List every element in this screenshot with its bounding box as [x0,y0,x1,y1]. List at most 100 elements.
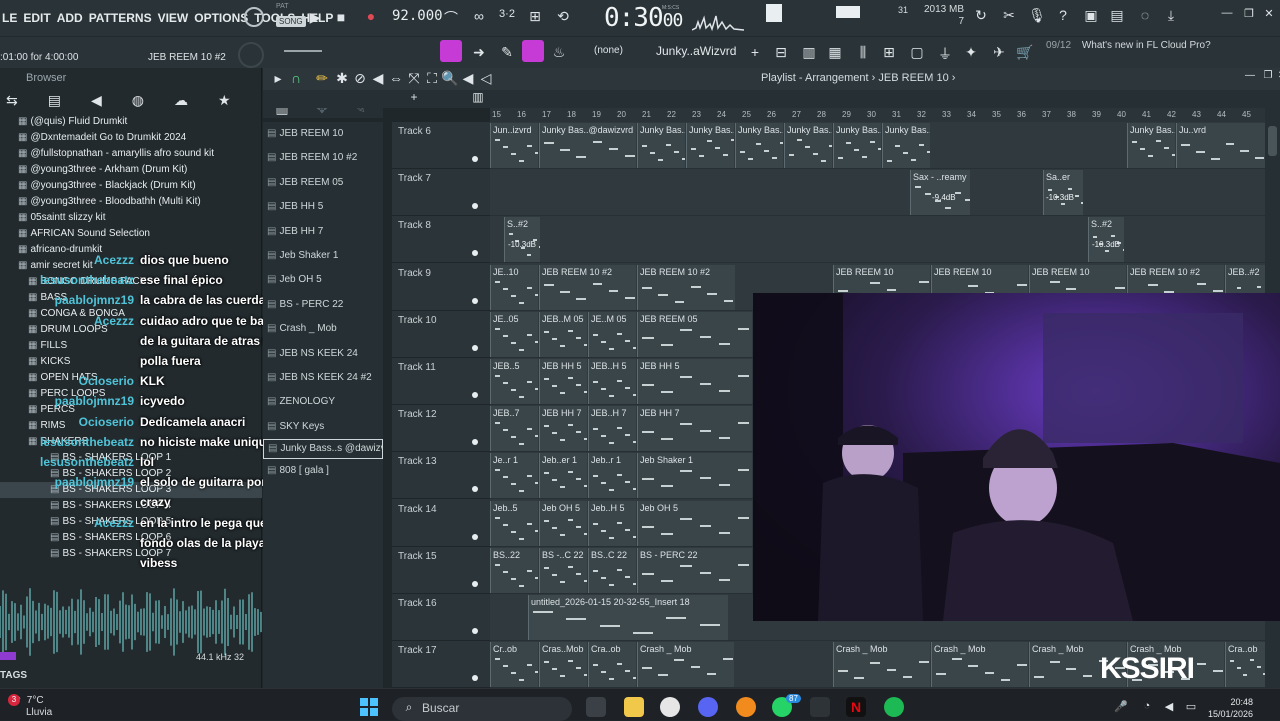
magnet-icon[interactable]: ∩ [285,70,307,86]
playlist-clip[interactable]: Cra..ob [1225,642,1265,688]
playlist-clip[interactable]: Junky Bas..@dawizvrd [539,123,636,168]
track-header[interactable]: Track 11 [392,358,492,405]
pattern-item[interactable]: ▤ JEB REEM 05 [263,171,383,195]
playlist-clip[interactable]: Crash _ Mob [931,642,1028,688]
playlist-clip[interactable]: Je..r 1 [490,453,538,499]
pattern-item[interactable]: ▤ JEB REEM 10 #2 [263,146,383,170]
mic-icon[interactable]: 🎙 [1026,7,1048,24]
playlist-clip[interactable]: BS..22 [490,547,538,593]
playlist-clip[interactable]: Junky Bas..@dawizvrd [686,123,734,168]
close-icon[interactable]: ✕ [1258,7,1280,20]
playlist-clip[interactable]: Cr..ob [490,642,538,688]
pattern-item[interactable]: ▤ Crash _ Mob [263,317,383,341]
add-track-icon[interactable]: + [403,90,425,104]
document-icon[interactable]: ▤ [48,92,61,116]
pattern-item[interactable]: ▤ Jeb OH 5 [263,268,383,292]
browser-item[interactable]: ▦ @fullstopnathan - amaryllis afro sound … [0,146,262,162]
track-header[interactable]: Track 15 [392,547,492,594]
instrument-selector[interactable]: Junky..aWizvrd [656,44,736,58]
track-header[interactable]: Track 7 [392,169,492,217]
tempo-display[interactable]: 92.000 [392,8,443,24]
cut-icon[interactable]: ✂ [998,7,1020,24]
track-mute-led[interactable] [472,486,478,493]
fl-studio-icon[interactable] [736,697,756,717]
track-header[interactable]: Track 12 [392,405,492,453]
track-mute-led[interactable] [472,675,478,682]
playlist-clip[interactable]: Jun..izvrd [490,123,538,168]
menu-file[interactable]: LE [2,11,17,25]
browser-item[interactable]: ▦ @young3three - Bloodbathh (Multi Kit) [0,194,262,210]
pattern-item[interactable]: ▤ JEB HH 7 [263,220,383,244]
wait-input-icon[interactable]: ∞ [468,8,490,24]
pattern-item[interactable]: ▤ SKY Keys [263,415,383,439]
pattern-item[interactable]: ▤ 808 [ gala ] [263,459,383,483]
play-icon[interactable]: ▶ [304,9,326,26]
menu-options[interactable]: OPTIONS [194,11,248,25]
battery-icon[interactable]: ▭ [1180,700,1202,713]
back-arrows-icon[interactable]: ⇆ [6,92,18,116]
scroll-thumb[interactable] [1268,126,1277,156]
plugin-db-icon[interactable]: ▢ [906,44,928,61]
minimize-icon[interactable]: — [1216,7,1238,19]
track-header[interactable]: Track 6 [392,122,492,169]
undo-icon[interactable]: ↻ [970,7,992,24]
pattern-toggle-icon[interactable]: ▥ [467,90,489,104]
playlist-clip[interactable]: JEB REEM 10 #2 [637,264,735,310]
record-icon[interactable]: ● [360,8,382,24]
playlist-clip[interactable]: JEB HH 5 [637,359,752,404]
news-panel[interactable]: 09/12 What's new in FL Cloud Pro? [1046,40,1211,52]
playlist-view-button[interactable] [440,40,462,62]
pl-close-icon[interactable]: ✕ [1271,70,1280,81]
speaker-icon[interactable]: ◀ [91,92,102,116]
ship-icon[interactable]: ✈ [988,44,1010,61]
track-mute-led[interactable] [472,250,478,257]
spotify-icon[interactable] [884,697,904,717]
mic-tray-icon[interactable]: 🎤 [1110,700,1132,713]
download-icon[interactable]: ⤓ [1160,7,1182,24]
playlist-clip[interactable]: JEB REEM 10 #2 [539,264,636,310]
add-icon[interactable]: + [744,44,766,60]
channel-rack-icon[interactable]: ▦ [824,44,846,61]
menu-view[interactable]: VIEW [158,11,189,25]
track-mute-led[interactable] [472,628,478,634]
pattern-item[interactable]: ▤ JEB REEM 10 [263,122,383,146]
pencil-icon[interactable]: ✏ [311,70,333,87]
track-mute-led[interactable] [472,392,478,398]
discord-icon[interactable] [698,697,718,717]
playlist-clip[interactable]: untitled_2026-01-15 20-32-55_Insert 18 [528,595,728,640]
song-mode-toggle[interactable]: SONG [276,16,306,27]
netflix-icon[interactable]: N [846,697,866,717]
render-icon[interactable]: ▤ [1106,7,1128,24]
track-header[interactable]: Track 16 [392,594,492,641]
globe-icon[interactable]: ◍ [132,92,144,116]
playlist-clip[interactable]: JEB HH 5 [539,359,587,404]
playlist-clip[interactable]: JEB HH 7 [539,406,587,452]
browser-item[interactable]: ▦ @Dxntemadeit Go to Drumkit 2024 [0,130,262,146]
track-header[interactable]: Track 14 [392,500,492,547]
track-mute-led[interactable] [472,439,478,446]
playlist-clip[interactable]: Jeb..5 [490,500,538,546]
playlist-clip[interactable]: Jeb Shaker 1 [637,453,752,499]
arrange-icon[interactable]: ◁ [475,70,497,87]
playlist-clip[interactable]: JEB..5 [490,359,538,404]
playlist-clip[interactable]: Crash _ Mob [833,642,930,688]
track-lane[interactable]: S..#2 S..#2 -10.3dB -10.3dB [490,216,1265,264]
plug-icon[interactable]: ⏚ [934,44,956,64]
pattern-item[interactable]: ▤ JEB NS KEEK 24 #2 [263,366,383,390]
playlist-clip[interactable]: Junky Bas..@dawizvrd [735,123,783,168]
track-header[interactable]: Track 8 [392,216,492,264]
pitch-knob[interactable] [238,42,264,68]
playlist-clip[interactable]: JE..10 [490,264,538,310]
tuning-icon[interactable]: ✦ [960,44,982,61]
pattern-item[interactable]: ▤Junky Bass..s @dawizvrd [263,439,383,460]
playlist-clip[interactable]: JEB HH 7 [637,406,752,452]
playlist-clip[interactable]: Jeb..H 5 [588,500,636,546]
playlist-clip[interactable]: JEB..H 7 [588,406,636,452]
track-lane[interactable]: Sax - ..reamy Sa..er -9.4dB -10.3dB [490,169,1265,217]
stop-icon[interactable]: ■ [330,9,352,25]
system-clock[interactable]: 20:48 15/01/2026 [1208,696,1253,720]
track-header[interactable]: Track 10 [392,311,492,358]
playlist-clip[interactable]: Jeb OH 5 [637,500,752,546]
menu-patterns[interactable]: PATTERNS [89,11,152,25]
playlist-clip[interactable]: Junky Bas..@dawizvrd [637,123,685,168]
